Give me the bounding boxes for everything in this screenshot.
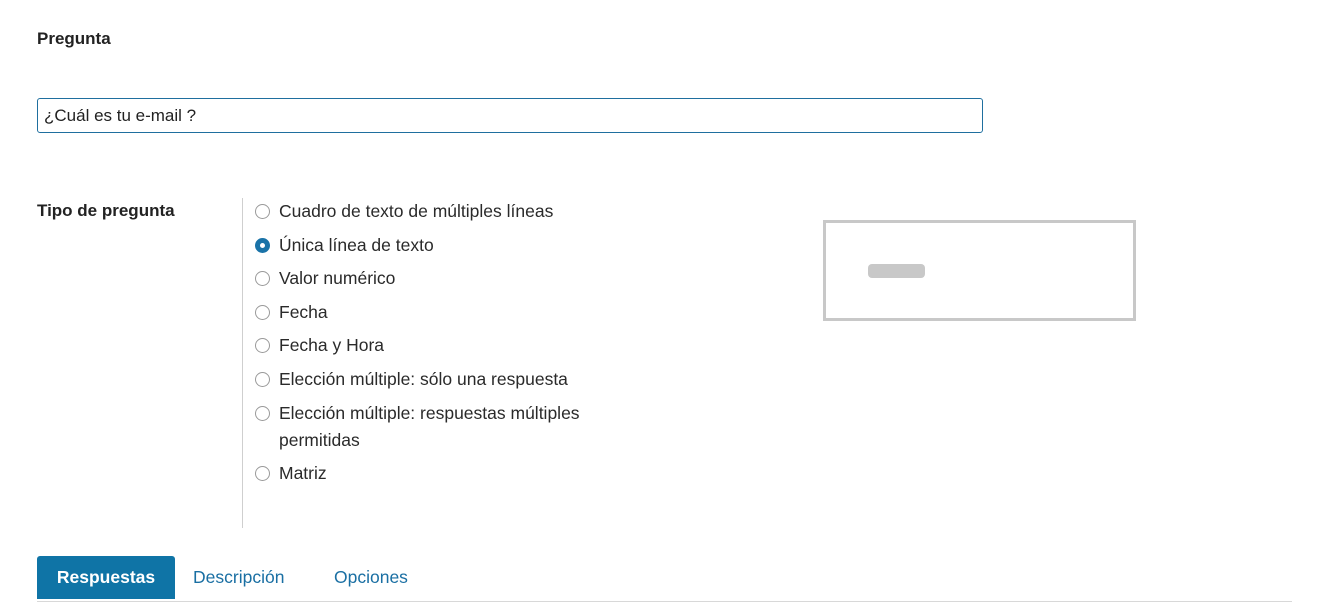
radio-icon[interactable] [255,405,270,421]
radio-icon[interactable] [255,338,270,354]
question-input[interactable] [37,98,983,133]
option-matrix[interactable]: Matriz [255,460,615,487]
question-type-options: Cuadro de texto de múltiples líneas Únic… [255,198,615,494]
option-label: Matriz [279,463,327,484]
option-label: Elección múltiple: sólo una respuesta [279,368,568,389]
question-type-preview [823,220,1136,321]
question-editor: Pregunta Tipo de pregunta Cuadro de text… [0,0,1325,613]
single-line-preview-icon [868,264,925,278]
option-multiline-text[interactable]: Cuadro de texto de múltiples líneas [255,198,615,225]
option-label: Fecha [279,301,328,322]
radio-icon[interactable] [255,271,270,287]
option-date[interactable]: Fecha [255,299,615,326]
radio-icon[interactable] [255,371,270,387]
option-label: Cuadro de texto de múltiples líneas [279,201,554,221]
option-label: Elección múltiple: respuestas múltiples … [279,402,580,450]
option-multiple-choice-multi[interactable]: Elección múltiple: respuestas múltiples … [255,400,615,454]
option-multiple-choice-single[interactable]: Elección múltiple: sólo una respuesta [255,366,615,393]
radio-icon[interactable] [255,466,270,482]
radio-icon[interactable] [255,204,270,219]
tab-options[interactable]: Opciones [334,556,408,599]
divider [242,198,243,528]
radio-checked-icon[interactable] [255,237,270,253]
option-label: Fecha y Hora [279,335,385,356]
option-label: Única línea de texto [279,234,434,255]
option-numeric-value[interactable]: Valor numérico [255,265,615,292]
question-label: Pregunta [37,29,111,48]
option-label: Valor numérico [279,268,396,289]
tab-answers[interactable]: Respuestas [37,556,175,599]
tab-description[interactable]: Descripción [193,556,284,599]
tab-bar: Respuestas Descripción Opciones [37,556,1292,602]
question-type-label: Tipo de pregunta [37,201,175,220]
radio-icon[interactable] [255,304,270,320]
option-date-time[interactable]: Fecha y Hora [255,332,615,359]
option-single-line-text[interactable]: Única línea de texto [255,232,615,259]
